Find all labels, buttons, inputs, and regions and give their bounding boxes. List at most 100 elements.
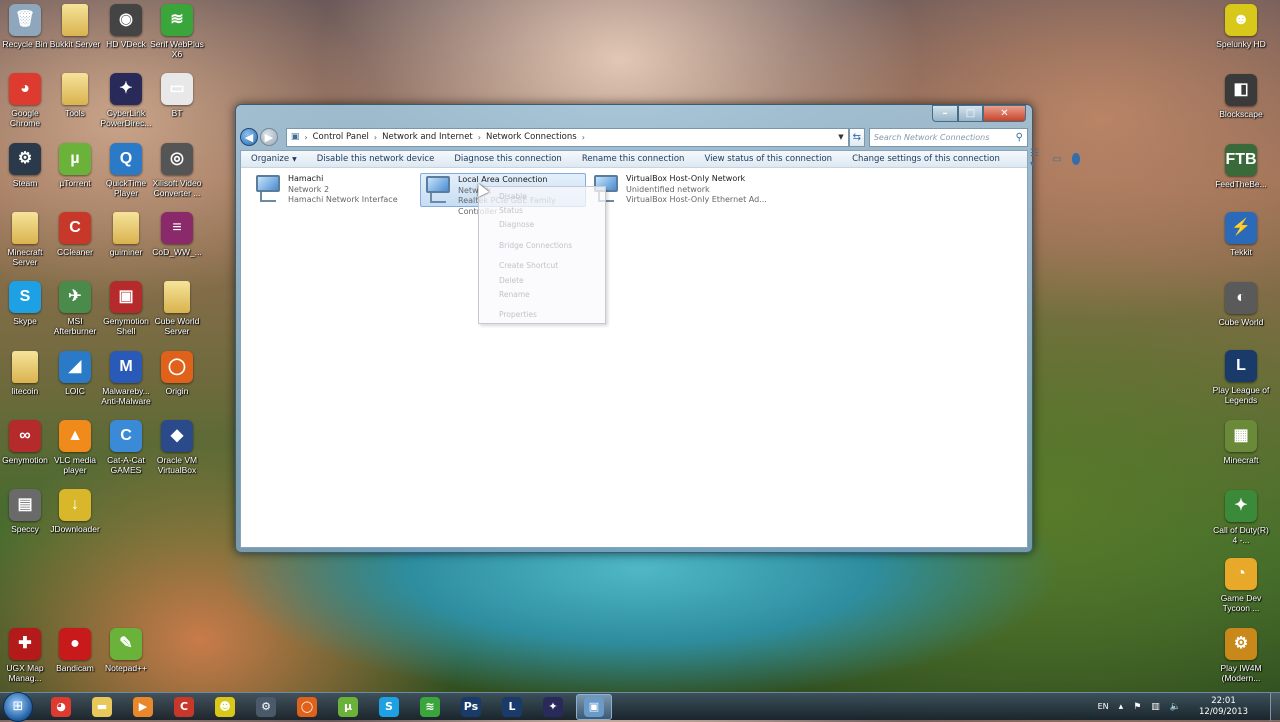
desktop-icon-cube-world-server[interactable]: Cube World Server: [148, 281, 206, 336]
maximize-button[interactable]: □: [958, 105, 983, 122]
connection-hamachi[interactable]: Hamachi Network 2 Hamachi Network Interf…: [251, 173, 417, 207]
desktop-icon-tools[interactable]: Tools: [46, 73, 104, 118]
desktop-icon-xilisoft-video-converter[interactable]: ◎ Xilisoft Video Converter ...: [148, 142, 206, 198]
action-center-icon[interactable]: ⚑: [1133, 702, 1141, 712]
close-button[interactable]: ✕: [983, 105, 1026, 122]
desktop-icon-minecraft[interactable]: ▦ Minecraft: [1212, 420, 1270, 465]
desktop-icon-ccleaner[interactable]: C CCleaner: [46, 211, 104, 257]
desktop-icon-blockscape[interactable]: ◧ Blockscape: [1212, 74, 1270, 119]
rename-button[interactable]: Rename this connection: [582, 154, 685, 164]
disable-device-button[interactable]: Disable this network device: [317, 154, 435, 164]
minimize-button[interactable]: –: [932, 105, 958, 122]
context-menu-item[interactable]: Properties: [499, 310, 537, 319]
context-menu: Disable Status Diagnose Bridge Connectio…: [478, 186, 606, 324]
desktop-icon-cube-world[interactable]: ◐ Cube World: [1212, 282, 1270, 327]
desktop-icon-label: Serif WebPlus X6: [150, 39, 204, 59]
refresh-button[interactable]: ⇆: [848, 127, 865, 147]
context-menu-item[interactable]: Status: [499, 206, 523, 215]
show-desktop-button[interactable]: [1270, 692, 1280, 721]
desktop-icon-bandicam[interactable]: ● Bandicam: [46, 627, 104, 673]
desktop-icon-spelunky-hd[interactable]: ☻ Spelunky HD: [1212, 4, 1270, 49]
tray-overflow-icon[interactable]: ▴: [1119, 702, 1124, 712]
google-chrome-icon: ◕: [9, 73, 41, 106]
taskbar-app-league[interactable]: L: [494, 694, 530, 720]
back-button[interactable]: ◀: [240, 128, 258, 146]
desktop-icon-game-dev-tycoon[interactable]: ◔ Game Dev Tycoon ...: [1212, 558, 1270, 613]
desktop-icon-play-iw4m-modern[interactable]: ⚙ Play IW4M (Modern...: [1212, 628, 1270, 683]
desktop-icon-bukkit-server[interactable]: Bukkit Server: [46, 4, 104, 49]
language-indicator[interactable]: EN: [1098, 702, 1109, 711]
desktop-icon-quicktime-player[interactable]: Q QuickTime Player: [97, 142, 155, 198]
desktop-icon-genymotion-shell[interactable]: ▣ Genymotion Shell: [97, 281, 155, 336]
view-options-icon[interactable]: ☷ ▾: [1030, 148, 1042, 170]
bt-icon: ▭: [161, 73, 193, 106]
taskbar-app-spelunky[interactable]: ☻: [207, 694, 243, 720]
diagnose-button[interactable]: Diagnose this connection: [454, 154, 562, 164]
volume-icon[interactable]: 🔈: [1170, 702, 1181, 712]
desktop-icon-cat-a-cat-games[interactable]: C Cat-A-Cat GAMES: [97, 419, 155, 475]
organize-button[interactable]: Organize ▼: [251, 154, 297, 164]
breadcrumb-network-and-internet[interactable]: Network and Internet: [382, 132, 473, 142]
taskbar-app-webplus[interactable]: ≋: [412, 694, 448, 720]
change-settings-button[interactable]: Change settings of this connection: [852, 154, 1000, 164]
desktop-icon-notepad[interactable]: ✎ Notepad++: [97, 627, 155, 673]
taskbar-app-skype[interactable]: S: [371, 694, 407, 720]
context-menu-item[interactable]: Rename: [499, 290, 530, 299]
breadcrumb-network-connections[interactable]: Network Connections: [486, 132, 577, 142]
desktop-icon-feedthebe[interactable]: FTB FeedTheBe...: [1212, 144, 1270, 189]
clock[interactable]: 22:01 12/09/2013: [1199, 696, 1248, 718]
context-menu-item[interactable]: Disable: [499, 192, 527, 201]
game-dev-tycoon-icon: ◔: [1225, 558, 1257, 590]
desktop-icon-torrent[interactable]: µ µTorrent: [46, 142, 104, 188]
oracle-vm-virtualbox-icon: ◆: [161, 419, 193, 452]
steam-icon: ⚙: [256, 696, 276, 717]
breadcrumb-control-panel[interactable]: Control Panel: [313, 132, 369, 142]
view-status-button[interactable]: View status of this connection: [704, 154, 832, 164]
desktop-icon-cyberlink-powerdirec[interactable]: ✦ CyberLink PowerDirec...: [97, 73, 155, 128]
desktop-icon-call-of-duty-r-4[interactable]: ✦ Call of Duty(R) 4 -...: [1212, 490, 1270, 545]
desktop-icon-cod-ww[interactable]: ≡ CoD_WW_...: [148, 211, 206, 257]
taskbar-app-origin[interactable]: ◯: [289, 694, 325, 720]
preview-pane-icon[interactable]: ▭: [1052, 154, 1061, 165]
desktop-icon-vlc-media-player[interactable]: ▲ VLC media player: [46, 419, 104, 475]
taskbar-app-chrome[interactable]: ◕: [43, 694, 79, 720]
network-icon[interactable]: ▥: [1151, 702, 1160, 712]
desktop-icon-msi-afterburner[interactable]: ✈ MSI Afterburner: [46, 281, 104, 336]
taskbar-app-network-connections[interactable]: ▣: [576, 693, 612, 720]
desktop-icon-oracle-vm-virtualbox[interactable]: ◆ Oracle VM VirtualBox: [148, 419, 206, 475]
context-menu-item[interactable]: Bridge Connections: [499, 241, 572, 250]
start-button[interactable]: ⊞: [3, 691, 33, 722]
desktop-icon-label: Malwareby... Anti-Malware: [101, 385, 151, 406]
desktop-icon-bt[interactable]: ▭ BT: [148, 73, 206, 118]
desktop-icon-guiminer[interactable]: guiminer: [97, 211, 155, 257]
desktop-icon-play-league-of-legends[interactable]: L Play League of Legends: [1212, 350, 1270, 405]
window-controls: – □ ✕: [932, 105, 1026, 122]
taskbar-app-steam[interactable]: ⚙: [248, 694, 284, 720]
taskbar-app-ccleaner[interactable]: C: [166, 694, 202, 720]
context-menu-item[interactable]: Create Shortcut: [499, 261, 558, 270]
desktop-icon-malwareby-anti-malware[interactable]: M Malwareby... Anti-Malware: [97, 350, 155, 406]
address-bar[interactable]: ▣ › Control Panel › Network and Internet…: [285, 127, 849, 147]
search-icon[interactable]: ⚲: [1016, 132, 1023, 143]
context-menu-item[interactable]: Delete: [499, 276, 524, 285]
desktop-icon-origin[interactable]: ◯ Origin: [148, 350, 206, 396]
forward-button[interactable]: ▶: [259, 128, 278, 146]
taskbar-app-photoshop[interactable]: Ps: [453, 694, 489, 720]
taskbar-app-explorer[interactable]: ▬: [84, 694, 120, 720]
desktop-icon-serif-webplus-x6[interactable]: ≋ Serif WebPlus X6: [148, 4, 206, 59]
desktop-icon-tekkit[interactable]: ⚡ Tekkit: [1212, 212, 1270, 257]
connection-virtualbox[interactable]: VirtualBox Host-Only Network Unidentifie…: [589, 173, 789, 207]
desktop-icon-jdownloader[interactable]: ↓ JDownloader: [46, 489, 104, 534]
address-dropdown-icon[interactable]: ▼: [834, 133, 848, 141]
taskbar-app-utorrent[interactable]: µ: [330, 694, 366, 720]
desktop-icon-hd-vdeck[interactable]: ◉ HD VDeck: [97, 4, 155, 49]
desktop-icon-loic[interactable]: ◢ LOIC: [46, 350, 104, 396]
taskbar-app-cyberlink[interactable]: ✦: [535, 694, 571, 720]
league-icon: L: [502, 696, 522, 717]
desktop-icon-label: Notepad++: [104, 662, 148, 673]
explorer-icon: ▬: [92, 696, 112, 717]
search-input[interactable]: Search Network Connections ⚲: [868, 127, 1028, 147]
help-icon[interactable]: ?: [1071, 153, 1081, 165]
context-menu-item[interactable]: Diagnose: [499, 220, 534, 229]
taskbar-app-media-player[interactable]: ▶: [125, 694, 161, 720]
